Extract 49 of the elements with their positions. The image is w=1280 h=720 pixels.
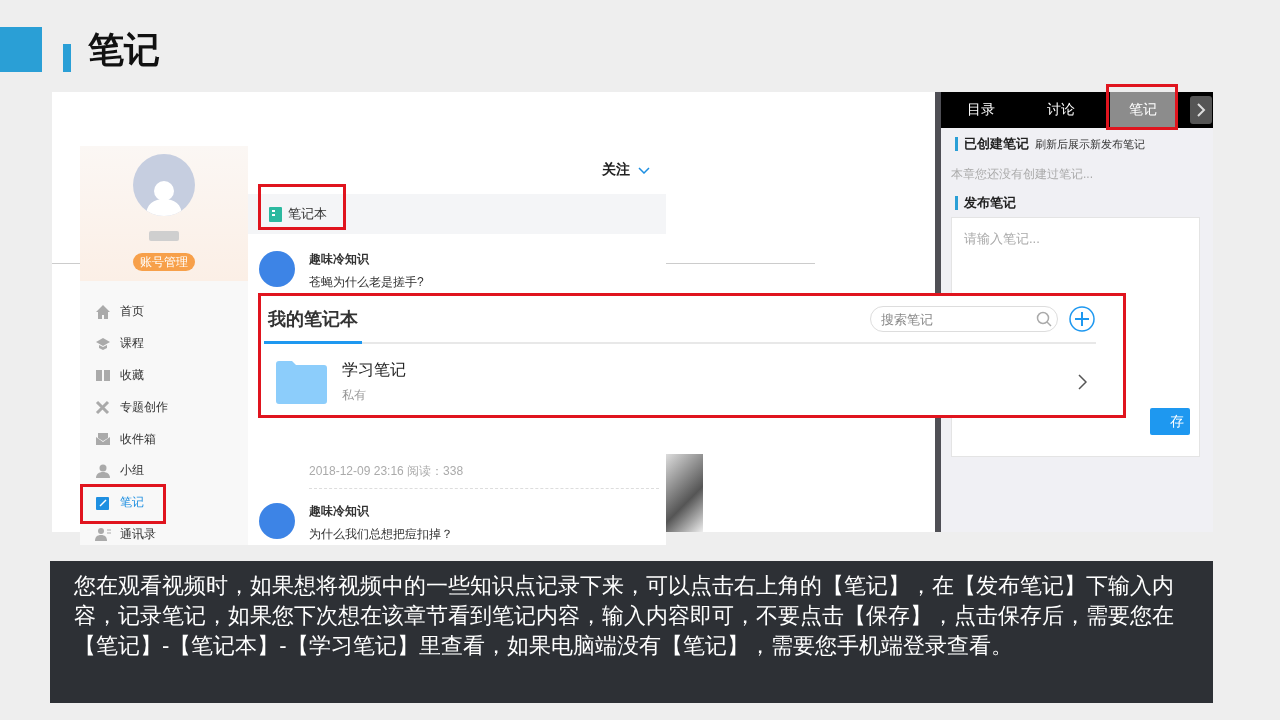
slide-title: 笔记 — [88, 28, 160, 72]
search-field[interactable]: 搜索笔记 — [870, 306, 1058, 332]
post-author: 趣味冷知识 — [309, 503, 370, 520]
search-icon — [1036, 311, 1052, 327]
person-icon — [95, 462, 111, 479]
chevron-right-icon — [1196, 103, 1206, 117]
visibility-label: 私有 — [342, 387, 367, 404]
add-icon[interactable] — [1069, 306, 1095, 332]
sidebar-item[interactable]: 小组 — [80, 455, 248, 487]
chevron-right-icon — [1078, 374, 1087, 390]
popup-title: 我的笔记本 — [268, 308, 359, 331]
notebook-tab[interactable]: 笔记本 — [288, 205, 327, 223]
blurred-name — [149, 231, 179, 241]
notebook-item[interactable]: 学习笔记 私有 — [261, 344, 1123, 404]
sidebar-item[interactable]: 首页 — [80, 296, 248, 328]
notebook-name: 学习笔记 — [342, 360, 407, 380]
next-button[interactable] — [1190, 96, 1212, 124]
contacts-icon — [95, 526, 111, 543]
header-bar — [63, 44, 71, 72]
header-block — [0, 27, 42, 72]
post-title[interactable]: 为什么我们总想把痘扣掉？ — [309, 526, 453, 543]
book-icon — [95, 367, 111, 384]
crossed-tools-icon — [95, 399, 111, 416]
section-heading: 发布笔记 — [964, 196, 1016, 210]
folder-icon — [276, 360, 327, 404]
refresh-hint: 刷新后展示新发布笔记 — [1035, 137, 1145, 151]
chevron-down-icon — [638, 166, 650, 174]
caption-text: 您在观看视频时，如果想将视频中的一些知识点记录下来，可以点击右上角的【笔记】，在【发布笔记】下输入内容，记录笔记，如果您下次想在该章节看到笔记内容，输入内容即可，不要点击【保存】，点击保存后，需要您在【笔记】-【笔记本】-【学习笔记】里查看，如果电脑端没有【笔记】，需要您手机端登录查看。 — [74, 572, 1175, 660]
post-meta: 2018-12-09 23:16 阅读：338 — [309, 463, 659, 489]
avatar-icon — [259, 503, 295, 539]
cap-icon — [95, 335, 111, 352]
follow-menu[interactable]: 关注 — [602, 161, 630, 179]
edit-icon — [95, 494, 111, 511]
home-icon — [95, 303, 111, 320]
sidebar-item[interactable]: 通讯录 — [80, 518, 248, 551]
avatar-icon — [259, 251, 295, 287]
envelope-icon — [95, 431, 111, 448]
sidebar-item[interactable]: 收藏 — [80, 359, 248, 392]
sidebar-item[interactable]: 课程 — [80, 327, 248, 360]
panel-tab[interactable]: 讨论 — [1021, 92, 1101, 128]
sidebar-item[interactable]: 收件箱 — [80, 423, 248, 455]
post-title[interactable]: 苍蝇为什么老是搓手? — [309, 274, 424, 291]
empty-notes-text: 本章您还没有创建过笔记... — [951, 166, 1094, 183]
notebook-icon — [268, 206, 282, 222]
section-heading: 已创建笔记 — [964, 137, 1029, 151]
sidebar-item[interactable]: 专题创作 — [80, 391, 248, 424]
highlight-frame — [1106, 84, 1178, 130]
post-author: 趣味冷知识 — [309, 251, 370, 268]
panel-tab[interactable]: 目录 — [941, 92, 1021, 128]
